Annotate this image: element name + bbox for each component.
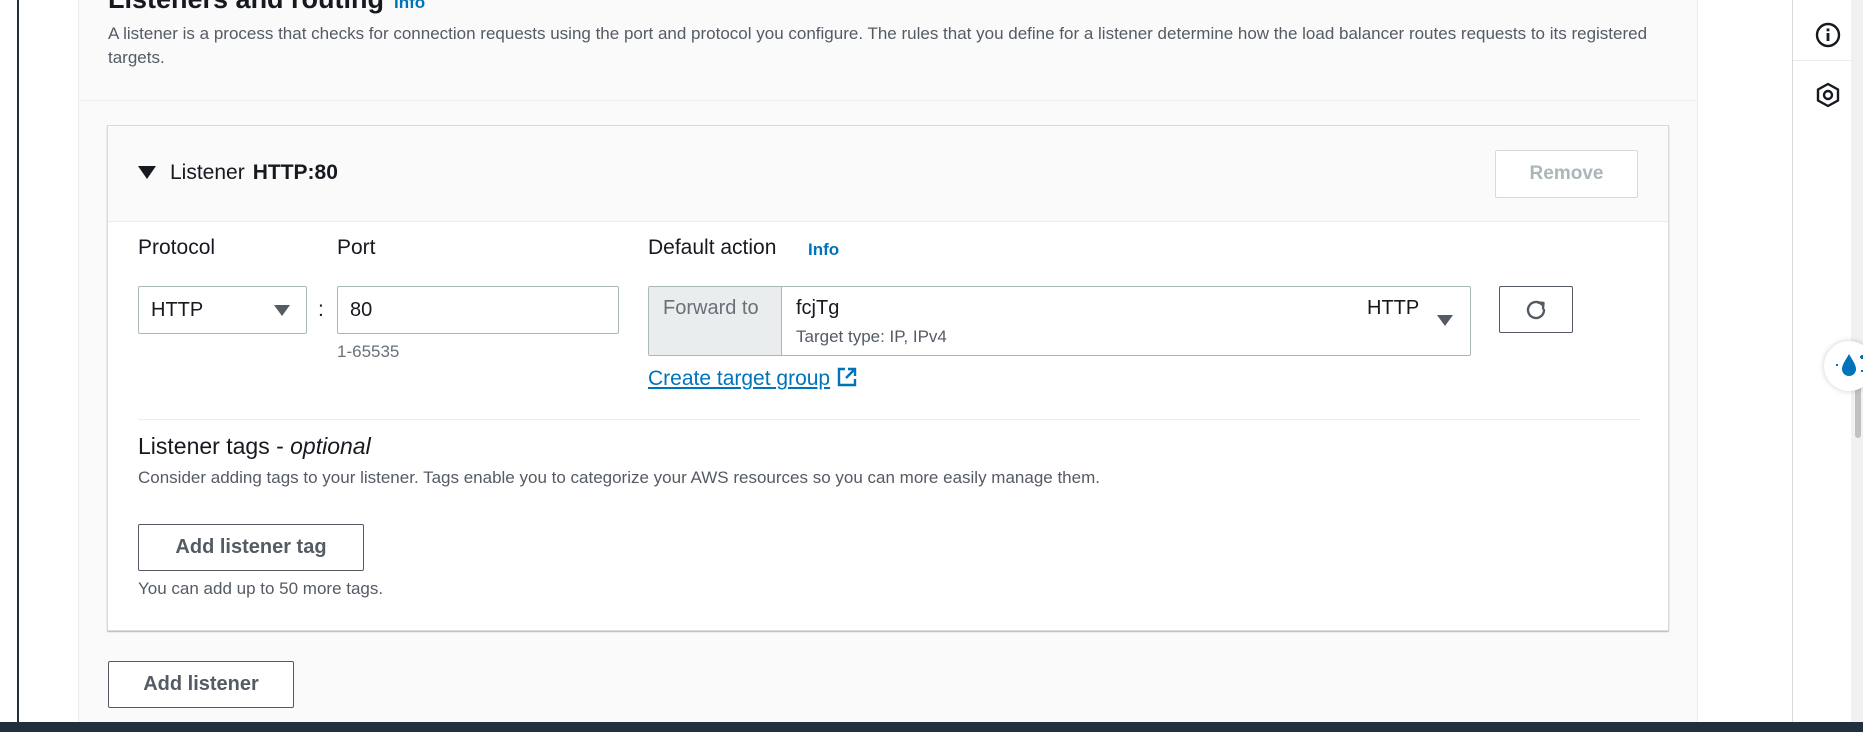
target-group-protocol: HTTP xyxy=(1367,297,1420,319)
protocol-value: HTTP xyxy=(151,299,204,321)
left-edge xyxy=(0,0,19,732)
hexagon-icon[interactable] xyxy=(1815,82,1841,108)
tags-title-text: Listener tags - xyxy=(138,433,291,459)
default-action-label: Default action xyxy=(648,236,777,259)
port-value: 80 xyxy=(350,299,373,321)
add-listener-button[interactable]: Add listener xyxy=(108,661,294,708)
floating-assistant-button[interactable] xyxy=(1824,341,1863,391)
create-target-group-label: Create target group xyxy=(648,367,831,390)
section-divider xyxy=(78,100,1698,101)
caret-down-icon[interactable] xyxy=(138,166,156,179)
protocol-label: Protocol xyxy=(138,236,216,259)
port-hint: 1-65535 xyxy=(337,342,400,361)
target-group-name: fcjTg xyxy=(796,297,840,319)
create-target-group-link[interactable]: Create target group xyxy=(648,366,858,391)
listener-label: Listener xyxy=(170,161,245,184)
triangle-down-icon xyxy=(274,305,290,316)
listener-title[interactable]: Listener HTTP:80 xyxy=(170,161,338,185)
info-circle-icon[interactable] xyxy=(1815,22,1841,48)
listener-name: HTTP:80 xyxy=(252,161,338,184)
tags-hint: You can add up to 50 more tags. xyxy=(138,579,384,598)
default-action-info-link[interactable]: Info xyxy=(808,240,839,260)
section-description: A listener is a process that checks for … xyxy=(108,24,1648,67)
tags-divider xyxy=(138,419,1640,420)
left-edge-bar xyxy=(17,0,19,732)
forward-to-label: Forward to xyxy=(649,287,782,355)
water-drop-icon xyxy=(1836,354,1863,376)
tags-title-optional: optional xyxy=(290,433,371,459)
protocol-select[interactable]: HTTP xyxy=(138,286,307,334)
bottom-bar xyxy=(0,722,1863,732)
triangle-down-icon xyxy=(1437,315,1453,326)
refresh-icon xyxy=(1526,300,1546,320)
listener-header[interactable]: Listener HTTP:80 Remove xyxy=(108,126,1668,222)
colon-separator: : xyxy=(318,298,324,321)
port-label: Port xyxy=(337,236,376,259)
target-type: Target type: IP, IPv4 xyxy=(796,327,947,346)
remove-button[interactable]: Remove xyxy=(1495,150,1638,198)
tags-description: Consider adding tags to your listener. T… xyxy=(138,468,1100,487)
target-group-select[interactable]: Forward to fcjTg Target type: IP, IPv4 H… xyxy=(648,286,1471,356)
tags-title: Listener tags - optional xyxy=(138,433,371,460)
add-listener-tag-button[interactable]: Add listener tag xyxy=(138,524,364,571)
listener-card: Listener HTTP:80 Remove Protocol HTTP : P… xyxy=(107,125,1669,631)
section-title: Listeners and routing Info xyxy=(108,0,425,14)
external-link-icon xyxy=(837,367,857,387)
section-title-text: Listeners and routing xyxy=(108,0,384,14)
section-info-link[interactable]: Info xyxy=(394,0,425,12)
port-input[interactable]: 80 xyxy=(337,286,619,334)
refresh-button[interactable] xyxy=(1499,286,1573,333)
